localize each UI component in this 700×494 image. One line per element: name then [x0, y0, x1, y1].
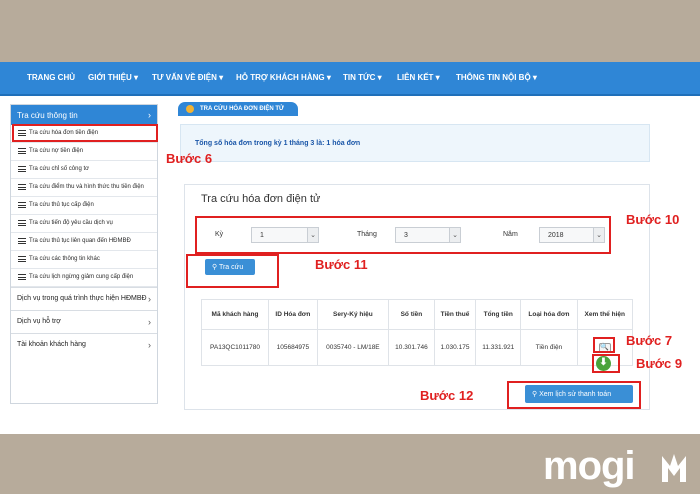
column-header: ID Hóa đơn [268, 299, 318, 330]
tab-bullet-icon [186, 105, 194, 113]
sidebar-item-support-services[interactable]: Dịch vụ hỗ trợ › [11, 310, 157, 333]
highlight-box-step6 [12, 124, 158, 142]
invoice-count-notice: Tổng số hóa đơn trong kỳ 1 tháng 3 là: 1… [180, 124, 650, 162]
table-cell: 11.331.921 [475, 329, 522, 366]
sidebar-item-request-progress[interactable]: Tra cứu tiến độ yêu cầu dịch vụ [11, 215, 157, 233]
table-cell: 0035740 - LM/18E [316, 329, 390, 366]
table-cell: 105684975 [268, 329, 318, 366]
sidebar-item-other-info[interactable]: Tra cứu các thông tin khác [11, 251, 157, 269]
table-row: PA13QC1011780 105684975 0035740 - LM/18E… [200, 329, 634, 366]
highlight-box-step9 [592, 354, 620, 373]
tab-label: TRA CỨU HÓA ĐƠN ĐIỆN TỬ [200, 106, 284, 112]
sidebar-item-meter-lookup[interactable]: Tra cứu chỉ số công tơ [11, 161, 157, 179]
sidebar-header[interactable]: Tra cứu thông tin › [11, 105, 157, 125]
column-header: Xem thể hiện [576, 299, 634, 330]
step-10-label: Bước 10 [626, 212, 680, 227]
table-cell: PA13QC1011780 [200, 329, 270, 366]
tab-invoice-lookup[interactable]: TRA CỨU HÓA ĐƠN ĐIỆN TỬ [178, 102, 298, 116]
list-icon [18, 238, 26, 244]
column-header: Tiền thuế [433, 299, 477, 330]
column-header: Mã khách hàng [200, 299, 270, 330]
chevron-right-icon: › [148, 317, 151, 327]
sidebar-item-label: Tra cứu chỉ số công tơ [29, 166, 90, 172]
sidebar-item-label: Tra cứu điểm thu và hình thức thu tiền đ… [29, 184, 144, 190]
sidebar-header-label: Tra cứu thông tin [17, 111, 78, 120]
top-navbar: TRANG CHỦ GIỚI THIỆU ▾ TƯ VẤN VỀ ĐIỆN ▾ … [0, 62, 700, 96]
nav-item-links[interactable]: LIÊN KẾT ▾ [397, 73, 440, 82]
sidebar-item-connection-procedures[interactable]: Tra cứu thủ tục cấp điện [11, 197, 157, 215]
sidebar-item-label: Tra cứu thủ tục liên quan đến HĐMBĐ [29, 238, 131, 244]
invoice-table: Mã khách hàng ID Hóa đơn Sery-Ký hiệu Số… [200, 299, 634, 366]
panel-title: Tra cứu hóa đơn điện tử [201, 193, 321, 205]
list-icon [18, 202, 26, 208]
list-icon [18, 166, 26, 172]
sidebar-item-payment-points[interactable]: Tra cứu điểm thu và hình thức thu tiền đ… [11, 179, 157, 197]
sidebar-item-label: Dịch vụ hỗ trợ [17, 318, 61, 325]
sidebar: Tra cứu thông tin › Tra cứu hóa đơn tiền… [10, 104, 158, 404]
sidebar-item-label: Tra cứu tiến độ yêu cầu dịch vụ [29, 220, 113, 226]
column-header: Sery-Ký hiệu [316, 299, 390, 330]
column-header: Loại hóa đơn [520, 299, 578, 330]
chevron-right-icon: › [148, 294, 151, 304]
sidebar-item-debt-lookup[interactable]: Tra cứu nợ tiền điện [11, 143, 157, 161]
sidebar-item-contract-services[interactable]: Dịch vụ trong quá trình thực hiện HĐMBĐ › [11, 287, 157, 310]
table-cell: Tiền điện [520, 329, 578, 366]
column-header: Tổng tiền [475, 299, 522, 330]
list-icon [18, 148, 26, 154]
sidebar-item-label: Dịch vụ trong quá trình thực hiện HĐMBĐ [17, 295, 147, 302]
step-6-label: Bước 6 [166, 151, 213, 166]
sidebar-item-customer-account[interactable]: Tài khoản khách hàng › [11, 333, 157, 356]
table-header-row: Mã khách hàng ID Hóa đơn Sery-Ký hiệu Số… [200, 299, 634, 330]
table-cell: 1.030.175 [433, 329, 477, 366]
sidebar-item-label: Tra cứu lịch ngừng giảm cung cấp điện [29, 274, 134, 280]
sidebar-item-label: Tài khoản khách hàng [17, 341, 86, 348]
sidebar-item-label: Tra cứu các thông tin khác [29, 256, 100, 262]
notice-text: Tổng số hóa đơn trong kỳ 1 tháng 3 là: 1… [195, 140, 361, 147]
list-icon [18, 220, 26, 226]
nav-item-consulting[interactable]: TƯ VẤN VỀ ĐIỆN ▾ [152, 73, 223, 82]
step-11-label: Bước 11 [315, 257, 368, 272]
mogi-logo: mogi [543, 444, 636, 488]
nav-item-internal[interactable]: THÔNG TIN NỘI BỘ ▾ [456, 73, 537, 82]
chevron-right-icon: › [148, 110, 151, 120]
chevron-right-icon: › [148, 340, 151, 350]
list-icon [18, 256, 26, 262]
list-icon [18, 274, 26, 280]
sidebar-item-outage-schedule[interactable]: Tra cứu lịch ngừng giảm cung cấp điện [11, 269, 157, 287]
column-header: Số tiền [388, 299, 435, 330]
step-12-label: Bước 12 [420, 388, 474, 403]
sidebar-item-label: Tra cứu thủ tục cấp điện [29, 202, 94, 208]
nav-item-news[interactable]: TIN TỨC ▾ [343, 73, 382, 82]
step-7-label: Bước 7 [626, 333, 673, 348]
nav-item-home[interactable]: TRANG CHỦ [27, 73, 75, 82]
list-icon [18, 184, 26, 190]
highlight-box-step12 [507, 381, 641, 409]
highlight-box-step7 [593, 337, 615, 353]
nav-item-about[interactable]: GIỚI THIỆU ▾ [88, 73, 138, 82]
table-cell: 10.301.746 [388, 329, 435, 366]
highlight-box-step10 [195, 216, 611, 254]
sidebar-item-label: Tra cứu nợ tiền điện [29, 148, 84, 154]
step-9-label: Bước 9 [636, 356, 683, 371]
sidebar-item-contract-procedures[interactable]: Tra cứu thủ tục liên quan đến HĐMBĐ [11, 233, 157, 251]
mogi-logo-mark [662, 454, 686, 482]
highlight-box-step11 [186, 254, 279, 288]
nav-item-support[interactable]: HỖ TRỢ KHÁCH HÀNG ▾ [236, 73, 331, 82]
